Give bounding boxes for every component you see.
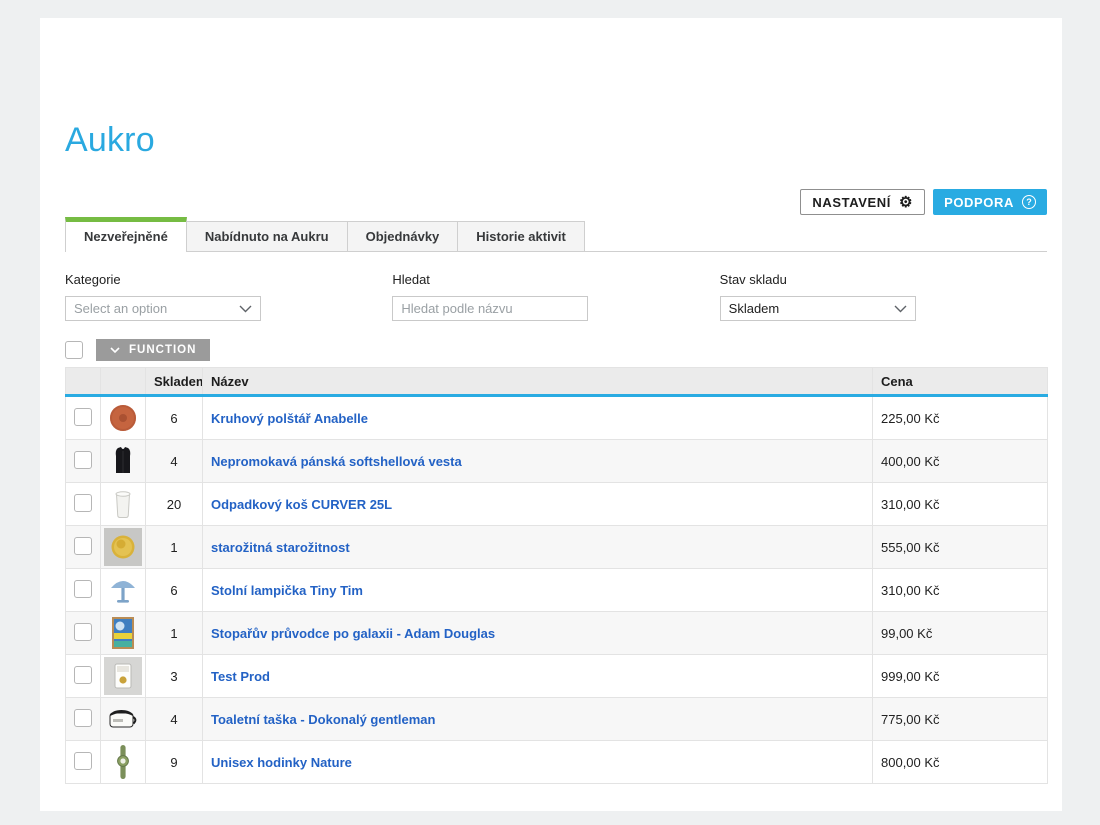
product-name-link[interactable]: Unisex hodinky Nature <box>211 755 352 770</box>
category-filter-label: Kategorie <box>65 272 392 287</box>
table-row: 4 Toaletní taška - Dokonalý gentleman 77… <box>66 698 1048 741</box>
support-button[interactable]: PODPORA ? <box>933 189 1047 215</box>
price-value: 99,00 Kč <box>881 626 932 641</box>
row-checkbox[interactable] <box>74 408 92 426</box>
filter-category: Kategorie Select an option <box>65 272 392 321</box>
row-checkbox[interactable] <box>74 451 92 469</box>
table-row: 9 Unisex hodinky Nature 800,00 Kč <box>66 741 1048 784</box>
stock-value: 6 <box>170 583 177 598</box>
products-table: Skladem Název Cena 6 Kruhový polštář Ana… <box>65 367 1048 784</box>
table-row: 3 Test Prod 999,00 Kč <box>66 655 1048 698</box>
stock-filter-label: Stav skladu <box>720 272 1047 287</box>
tab-nezveřejněné[interactable]: Nezveřejněné <box>65 217 187 252</box>
table-row: 1 starožitná starožitnost 555,00 Kč <box>66 526 1048 569</box>
stock-value: 1 <box>170 540 177 555</box>
watch-image <box>104 743 142 781</box>
row-checkbox[interactable] <box>74 752 92 770</box>
stock-value: 1 <box>170 626 177 641</box>
tab-bar: Nezveřejněné Nabídnuto na Aukru Objednávky… <box>65 217 1047 252</box>
select-all-checkbox[interactable] <box>65 341 83 359</box>
header-name: Název <box>203 368 873 396</box>
row-checkbox[interactable] <box>74 709 92 727</box>
function-button[interactable]: FUNCTION <box>96 339 210 361</box>
header-image-cell <box>101 368 146 396</box>
product-name-link[interactable]: Odpadkový koš CURVER 25L <box>211 497 392 512</box>
chevron-down-icon <box>239 305 252 313</box>
bulk-action-toolbar: FUNCTION <box>65 339 1047 361</box>
search-filter-label: Hledat <box>392 272 719 287</box>
product-name-link[interactable]: Toaletní taška - Dokonalý gentleman <box>211 712 435 727</box>
tab-nabídnuto-na-aukru[interactable]: Nabídnuto na Aukru <box>186 221 348 251</box>
price-value: 225,00 Kč <box>881 411 940 426</box>
price-value: 775,00 Kč <box>881 712 940 727</box>
table-header-row: Skladem Název Cena <box>66 368 1048 396</box>
product-name-link[interactable]: Stopařův průvodce po galaxii - Adam Doug… <box>211 626 495 641</box>
tab-label: Objednávky <box>366 229 440 244</box>
book-image <box>104 614 142 652</box>
stock-value: 20 <box>167 497 181 512</box>
stock-value: 4 <box>170 454 177 469</box>
page-title: Aukro <box>65 121 1047 160</box>
stock-value: 9 <box>170 755 177 770</box>
row-checkbox[interactable] <box>74 537 92 555</box>
header-checkbox-cell <box>66 368 101 396</box>
question-circle-icon: ? <box>1022 195 1036 209</box>
table-row: 4 Nepromokavá pánská softshellová vesta … <box>66 440 1048 483</box>
row-checkbox[interactable] <box>74 580 92 598</box>
support-button-label: PODPORA <box>944 195 1014 210</box>
category-select[interactable]: Select an option <box>65 296 261 321</box>
gear-icon: ⚙ <box>899 195 913 210</box>
price-value: 310,00 Kč <box>881 583 940 598</box>
category-select-placeholder: Select an option <box>74 301 167 316</box>
product-name-link[interactable]: Stolní lampička Tiny Tim <box>211 583 363 598</box>
content-card: Aukro NASTAVENÍ ⚙ PODPORA ? Nezveřejněné… <box>40 18 1062 811</box>
filter-bar: Kategorie Select an option Hledat Stav s… <box>65 272 1047 321</box>
stock-select[interactable]: Skladem <box>720 296 916 321</box>
toiletry-bag-image <box>104 700 142 738</box>
filter-search: Hledat <box>392 272 719 321</box>
tab-objednávky[interactable]: Objednávky <box>347 221 459 251</box>
price-value: 555,00 Kč <box>881 540 940 555</box>
price-value: 400,00 Kč <box>881 454 940 469</box>
product-name-link[interactable]: starožitná starožitnost <box>211 540 350 555</box>
lamp-image <box>104 571 142 609</box>
settings-button[interactable]: NASTAVENÍ ⚙ <box>800 189 925 215</box>
filter-stock-state: Stav skladu Skladem <box>720 272 1047 321</box>
row-checkbox[interactable] <box>74 494 92 512</box>
trash-bin-image <box>104 485 142 523</box>
cushion-image <box>104 399 142 437</box>
price-value: 999,00 Kč <box>881 669 940 684</box>
stock-select-value: Skladem <box>729 301 780 316</box>
graded-card-image <box>104 657 142 695</box>
coin-image <box>104 528 142 566</box>
vest-image <box>104 442 142 480</box>
row-checkbox[interactable] <box>74 666 92 684</box>
tab-label: Nabídnuto na Aukru <box>205 229 329 244</box>
header-stock: Skladem <box>146 368 203 396</box>
header-price: Cena <box>873 368 1048 396</box>
tab-label: Nezveřejněné <box>84 229 168 244</box>
function-button-label: FUNCTION <box>129 344 196 356</box>
stock-value: 4 <box>170 712 177 727</box>
table-row: 6 Stolní lampička Tiny Tim 310,00 Kč <box>66 569 1048 612</box>
stock-value: 6 <box>170 411 177 426</box>
stock-value: 3 <box>170 669 177 684</box>
tab-historie-aktivit[interactable]: Historie aktivit <box>457 221 585 251</box>
settings-button-label: NASTAVENÍ <box>812 195 891 210</box>
price-value: 800,00 Kč <box>881 755 940 770</box>
chevron-down-icon <box>894 305 907 313</box>
table-row: 1 Stopařův průvodce po galaxii - Adam Do… <box>66 612 1048 655</box>
tab-label: Historie aktivit <box>476 229 566 244</box>
row-checkbox[interactable] <box>74 623 92 641</box>
product-name-link[interactable]: Nepromokavá pánská softshellová vesta <box>211 454 462 469</box>
product-name-link[interactable]: Test Prod <box>211 669 270 684</box>
price-value: 310,00 Kč <box>881 497 940 512</box>
search-input[interactable] <box>392 296 588 321</box>
product-name-link[interactable]: Kruhový polštář Anabelle <box>211 411 368 426</box>
table-row: 6 Kruhový polštář Anabelle 225,00 Kč <box>66 396 1048 440</box>
chevron-down-icon <box>110 347 120 354</box>
table-row: 20 Odpadkový koš CURVER 25L 310,00 Kč <box>66 483 1048 526</box>
header-actions: NASTAVENÍ ⚙ PODPORA ? <box>65 189 1047 215</box>
